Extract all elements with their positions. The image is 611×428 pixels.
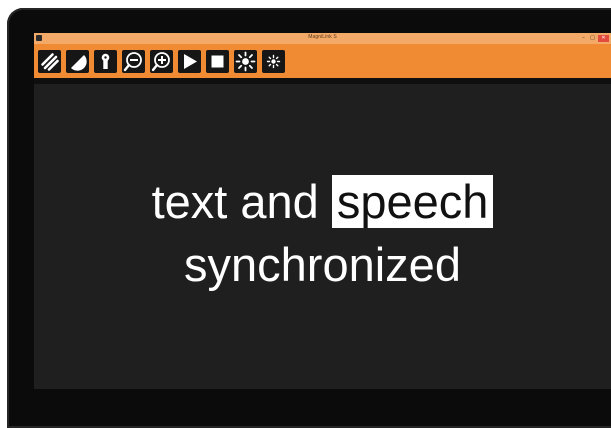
window-controls: – □ ✕ bbox=[580, 34, 609, 43]
zoom-out-icon bbox=[123, 52, 142, 72]
highlighted-word: speech bbox=[331, 175, 494, 228]
brightness-up-button[interactable] bbox=[234, 50, 257, 73]
keyhole-icon bbox=[101, 53, 110, 69]
app-window: MagniLink S – □ ✕ text and speech synchr… bbox=[34, 33, 611, 389]
contrast-stripes-button[interactable] bbox=[38, 50, 61, 73]
brightness-low-icon bbox=[266, 54, 281, 69]
reading-line-2: synchronized bbox=[184, 238, 461, 291]
close-button[interactable]: ✕ bbox=[598, 35, 609, 42]
reading-view: text and speech synchronized bbox=[34, 78, 611, 389]
play-button[interactable] bbox=[178, 50, 201, 73]
toolbar bbox=[34, 44, 611, 78]
window-title: MagniLink S bbox=[308, 34, 337, 40]
zoom-out-button[interactable] bbox=[122, 50, 145, 73]
color-mode-button[interactable] bbox=[66, 50, 89, 73]
zoom-in-button[interactable] bbox=[150, 50, 173, 73]
zoom-in-icon bbox=[151, 52, 170, 72]
play-icon bbox=[184, 54, 197, 69]
stop-icon bbox=[211, 55, 224, 68]
brightness-down-button[interactable] bbox=[262, 50, 285, 73]
title-bar: MagniLink S – □ ✕ bbox=[34, 33, 611, 44]
minimize-button[interactable]: – bbox=[580, 35, 587, 42]
half-circle-icon bbox=[71, 55, 87, 71]
stop-button[interactable] bbox=[206, 50, 229, 73]
diagonal-stripes-icon bbox=[41, 53, 59, 71]
brightness-high-icon bbox=[235, 51, 256, 72]
reading-text: text and bbox=[151, 175, 332, 228]
line-marker-button[interactable] bbox=[94, 50, 117, 73]
maximize-button[interactable]: □ bbox=[589, 35, 596, 42]
reading-line-1: text and speech bbox=[34, 171, 611, 233]
reading-view-top-strip bbox=[34, 78, 611, 84]
